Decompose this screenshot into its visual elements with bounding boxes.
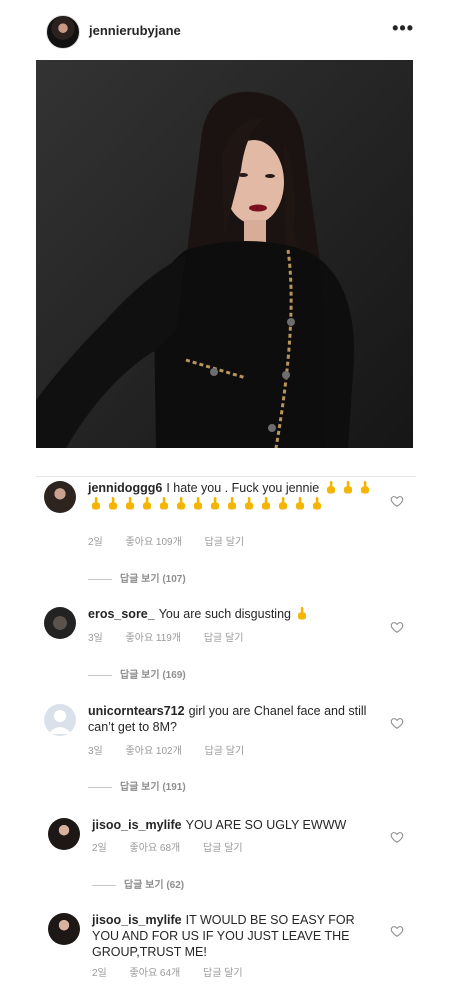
comment-username[interactable]: jisoo_is_mylife: [92, 913, 182, 927]
comment-likes[interactable]: 좋아요 64개: [130, 968, 181, 979]
middle-finger-emoji: [326, 481, 335, 494]
middle-finger-emoji: [228, 497, 236, 510]
comment-meta: 3일 좋아요 102개 답글 달기: [88, 742, 264, 757]
view-replies-button[interactable]: 답글 보기 (107): [88, 570, 186, 585]
middle-finger-emoji: [160, 497, 168, 510]
poster-username[interactable]: jennierubyjane: [89, 23, 181, 38]
replies-line: [88, 674, 112, 676]
reply-button[interactable]: 답글 달기: [204, 633, 244, 644]
view-replies-label: 답글 보기 (107): [120, 574, 186, 585]
middle-finger-emoji: [313, 497, 321, 510]
commenter-avatar[interactable]: [44, 607, 76, 639]
replies-line: [88, 786, 112, 788]
comment-time: 2일: [92, 968, 107, 979]
middle-finger-emoji: [245, 497, 253, 510]
middle-finger-emoji: [296, 497, 304, 510]
middle-finger-emoji: [126, 497, 134, 510]
woman-in-black-jacket-image: [36, 60, 413, 448]
comment-likes[interactable]: 좋아요 68개: [130, 843, 181, 854]
middle-finger-emoji: [360, 481, 369, 494]
view-replies-button[interactable]: 답글 보기 (169): [88, 666, 186, 681]
comment-time: 2일: [92, 843, 107, 854]
comment-likes[interactable]: 좋아요 102개: [126, 746, 182, 757]
comment-time: 3일: [88, 633, 103, 644]
middle-finger-emoji: [279, 497, 287, 510]
middle-finger-emoji: [194, 497, 202, 510]
middle-finger-emoji: [298, 607, 307, 620]
comment-body: YOU ARE SO UGLY EWWW: [185, 818, 347, 832]
emoji-row: [294, 607, 311, 621]
post-header: jennierubyjane •••: [0, 0, 458, 60]
replies-line: [92, 884, 116, 886]
default-avatar-icon[interactable]: [44, 704, 76, 736]
view-replies-label: 답글 보기 (62): [124, 880, 185, 891]
view-replies-label: 답글 보기 (169): [120, 670, 186, 681]
heart-outline-icon[interactable]: [390, 924, 404, 938]
commenter-avatar[interactable]: [48, 818, 80, 850]
poster-avatar[interactable]: [46, 15, 80, 49]
reply-button[interactable]: 답글 달기: [203, 968, 243, 979]
comment-text: jisoo_is_mylife YOU ARE SO UGLY EWWW: [92, 817, 372, 833]
comment-likes[interactable]: 좋아요 109개: [126, 537, 182, 548]
comment-time: 2일: [88, 537, 103, 548]
comment-body: I hate you . Fuck you jennie: [166, 481, 320, 495]
comment-meta: 2일 좋아요 64개 답글 달기: [92, 964, 263, 979]
middle-finger-emoji: [211, 497, 219, 510]
heart-outline-icon[interactable]: [390, 620, 404, 634]
reply-button[interactable]: 답글 달기: [203, 843, 243, 854]
middle-finger-emoji: [92, 497, 100, 510]
comment-text: jennidoggg6 I hate you . Fuck you jennie: [88, 480, 378, 512]
heart-outline-icon[interactable]: [390, 830, 404, 844]
middle-finger-emoji: [109, 497, 117, 510]
middle-finger-emoji: [343, 481, 352, 494]
commenter-avatar[interactable]: [44, 481, 76, 513]
view-replies-label: 답글 보기 (191): [120, 782, 186, 793]
comment-time: 3일: [88, 746, 103, 757]
comment-meta: 2일 좋아요 109개 답글 달기: [88, 533, 264, 548]
comment-username[interactable]: jennidoggg6: [88, 481, 162, 495]
comment-username[interactable]: eros_sore_: [88, 607, 155, 621]
reply-button[interactable]: 답글 달기: [205, 746, 245, 757]
reply-button[interactable]: 답글 달기: [205, 537, 245, 548]
comment-username[interactable]: jisoo_is_mylife: [92, 818, 182, 832]
middle-finger-emoji: [143, 497, 151, 510]
section-divider: [36, 476, 416, 477]
middle-finger-emoji: [262, 497, 270, 510]
comment-body: You are such disgusting: [158, 607, 291, 621]
comment-text: eros_sore_ You are such disgusting: [88, 606, 378, 622]
post-photo[interactable]: [36, 60, 413, 448]
heart-outline-icon[interactable]: [390, 494, 404, 508]
comment-text: unicorntears712 girl you are Chanel face …: [88, 703, 368, 735]
comment-text: jisoo_is_mylife IT WOULD BE SO EASY FOR Y…: [92, 912, 362, 960]
view-replies-button[interactable]: 답글 보기 (191): [88, 778, 186, 793]
middle-finger-emoji: [177, 497, 185, 510]
replies-line: [88, 578, 112, 580]
comment-username[interactable]: unicorntears712: [88, 704, 185, 718]
heart-outline-icon[interactable]: [390, 716, 404, 730]
more-options-icon[interactable]: •••: [392, 18, 414, 39]
comment-meta: 2일 좋아요 68개 답글 달기: [92, 839, 263, 854]
comment-meta: 3일 좋아요 119개 답글 달기: [88, 629, 263, 644]
comment-likes[interactable]: 좋아요 119개: [126, 633, 182, 644]
view-replies-button[interactable]: 답글 보기 (62): [92, 876, 184, 891]
commenter-avatar[interactable]: [48, 913, 80, 945]
